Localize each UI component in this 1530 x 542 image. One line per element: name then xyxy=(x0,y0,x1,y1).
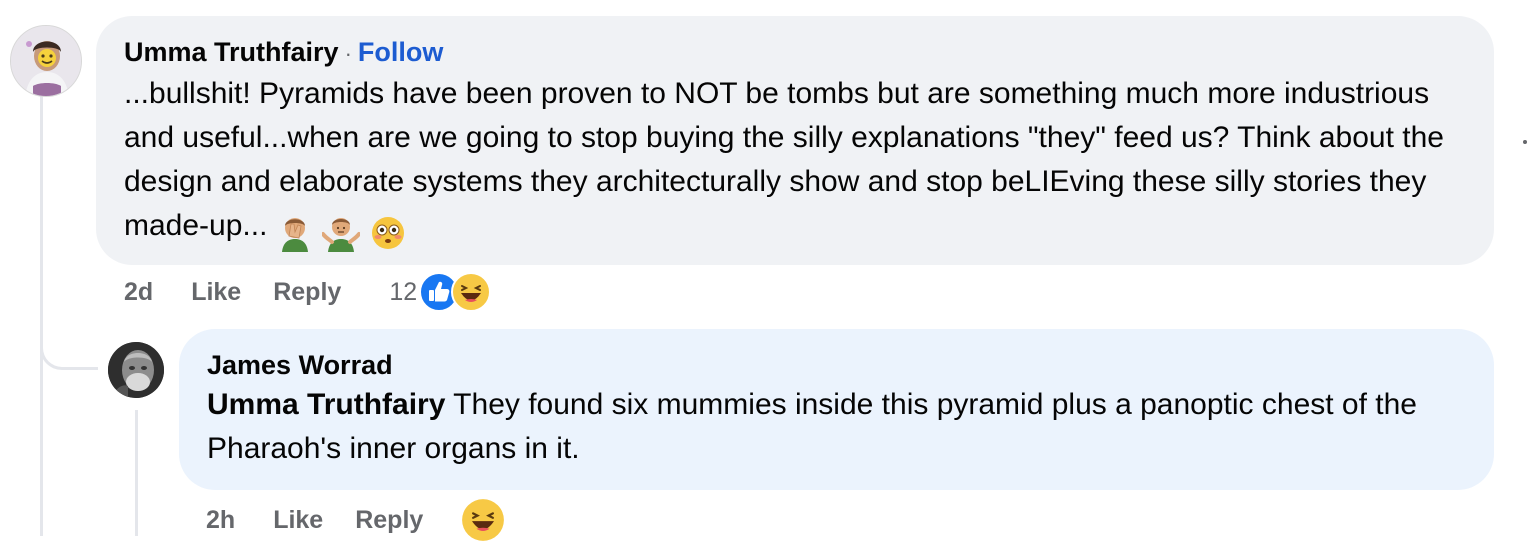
reply-avatar[interactable] xyxy=(108,342,164,398)
reply-reaction-summary[interactable] xyxy=(461,498,505,542)
comment-bubble: Umma Truthfairy · Follow ...bullshit! Pyra… xyxy=(96,16,1494,265)
comment-author[interactable]: Umma Truthfairy xyxy=(124,37,339,67)
mention-link[interactable]: Umma Truthfairy xyxy=(207,388,445,421)
reaction-count[interactable]: 12 xyxy=(389,278,417,307)
shrug-emoji xyxy=(322,218,361,253)
reply-header: James Worrad xyxy=(207,347,1466,383)
comment-text-block: ...bullshit! Pyramids have been proven t… xyxy=(124,72,1466,254)
flushed-face-emoji xyxy=(372,217,405,250)
like-button[interactable]: Like xyxy=(191,278,241,307)
comment-emojis xyxy=(276,210,407,254)
reply-thread-line xyxy=(135,410,138,536)
follow-button[interactable]: Follow xyxy=(358,37,443,67)
reply-timestamp[interactable]: 2h xyxy=(206,506,235,535)
thread-line xyxy=(40,96,43,536)
reply-button[interactable]: Reply xyxy=(273,278,341,307)
facepalm-emoji xyxy=(281,218,308,253)
separator-dot: · xyxy=(344,41,352,66)
avatar-image xyxy=(11,26,81,96)
reply-bubble: James Worrad Umma Truthfairy They found … xyxy=(179,329,1494,490)
reply-author[interactable]: James Worrad xyxy=(207,350,393,380)
avatar[interactable] xyxy=(10,25,82,97)
more-options-dot[interactable] xyxy=(1523,140,1527,144)
reaction-summary[interactable] xyxy=(419,272,492,312)
comment-timestamp[interactable]: 2d xyxy=(124,278,153,307)
comment-header: Umma Truthfairy · Follow xyxy=(124,34,1466,72)
reply-like-button[interactable]: Like xyxy=(273,506,323,535)
thread-reply-connector xyxy=(40,318,98,370)
haha-reaction-icon xyxy=(451,272,492,312)
reply-text-block: Umma Truthfairy They found six mummies i… xyxy=(207,383,1466,471)
reply-avatar-image xyxy=(108,342,164,398)
reply-actions: 2h Like Reply xyxy=(206,498,505,542)
comment-actions: 2d Like Reply 12 xyxy=(124,272,492,312)
haha-reaction-icon xyxy=(462,499,505,541)
reply-reply-button[interactable]: Reply xyxy=(355,506,423,535)
